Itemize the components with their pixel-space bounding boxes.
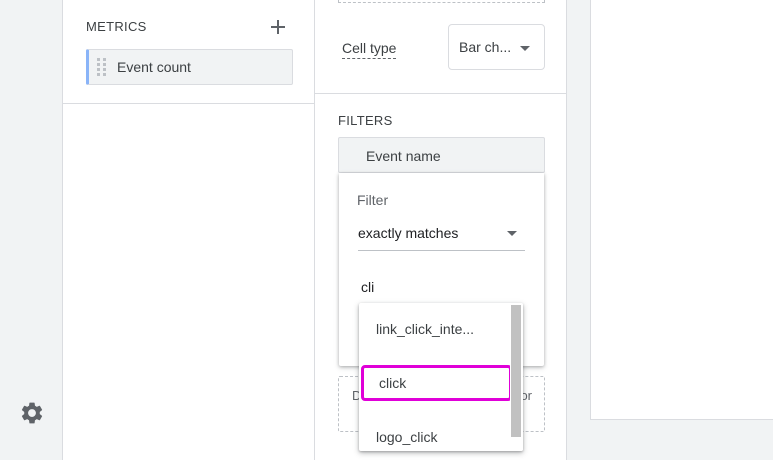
divider [315, 93, 567, 94]
dropdown-arrow-icon [520, 46, 530, 51]
metric-chip[interactable]: Event count [86, 49, 293, 85]
match-type-value: exactly matches [358, 225, 459, 241]
cell-type-value: Bar ch... [459, 39, 512, 55]
scrollbar-thumb[interactable] [511, 305, 521, 437]
filter-dimension-chip[interactable]: Event name [338, 137, 545, 173]
suggestion-item-highlighted[interactable]: click [361, 365, 512, 401]
divider [63, 103, 315, 104]
match-type-select[interactable]: exactly matches [358, 225, 525, 251]
metric-chip-label: Event count [117, 59, 191, 75]
filter-label: Filter [357, 192, 389, 208]
suggestion-item[interactable]: logo_click [359, 417, 509, 451]
report-canvas [590, 0, 773, 420]
cell-type-label: Cell type [342, 40, 397, 59]
dropdown-arrow-icon [507, 231, 517, 236]
suggestion-item[interactable]: link_click_inte... [359, 309, 509, 349]
drag-handle-icon[interactable] [95, 57, 109, 77]
metrics-heading: METRICS [86, 19, 147, 34]
cell-type-select[interactable]: Bar ch... [448, 24, 545, 70]
filter-value-input[interactable] [361, 276, 521, 298]
left-rail [0, 0, 63, 460]
add-metric-icon[interactable] [266, 15, 290, 39]
suggestion-dropdown: link_click_inte... click logo_click [359, 303, 523, 451]
gear-icon[interactable] [19, 400, 45, 426]
drop-zone-top [338, 0, 545, 3]
variables-panel: METRICS Event count [63, 0, 315, 460]
filters-heading: FILTERS [338, 113, 393, 128]
